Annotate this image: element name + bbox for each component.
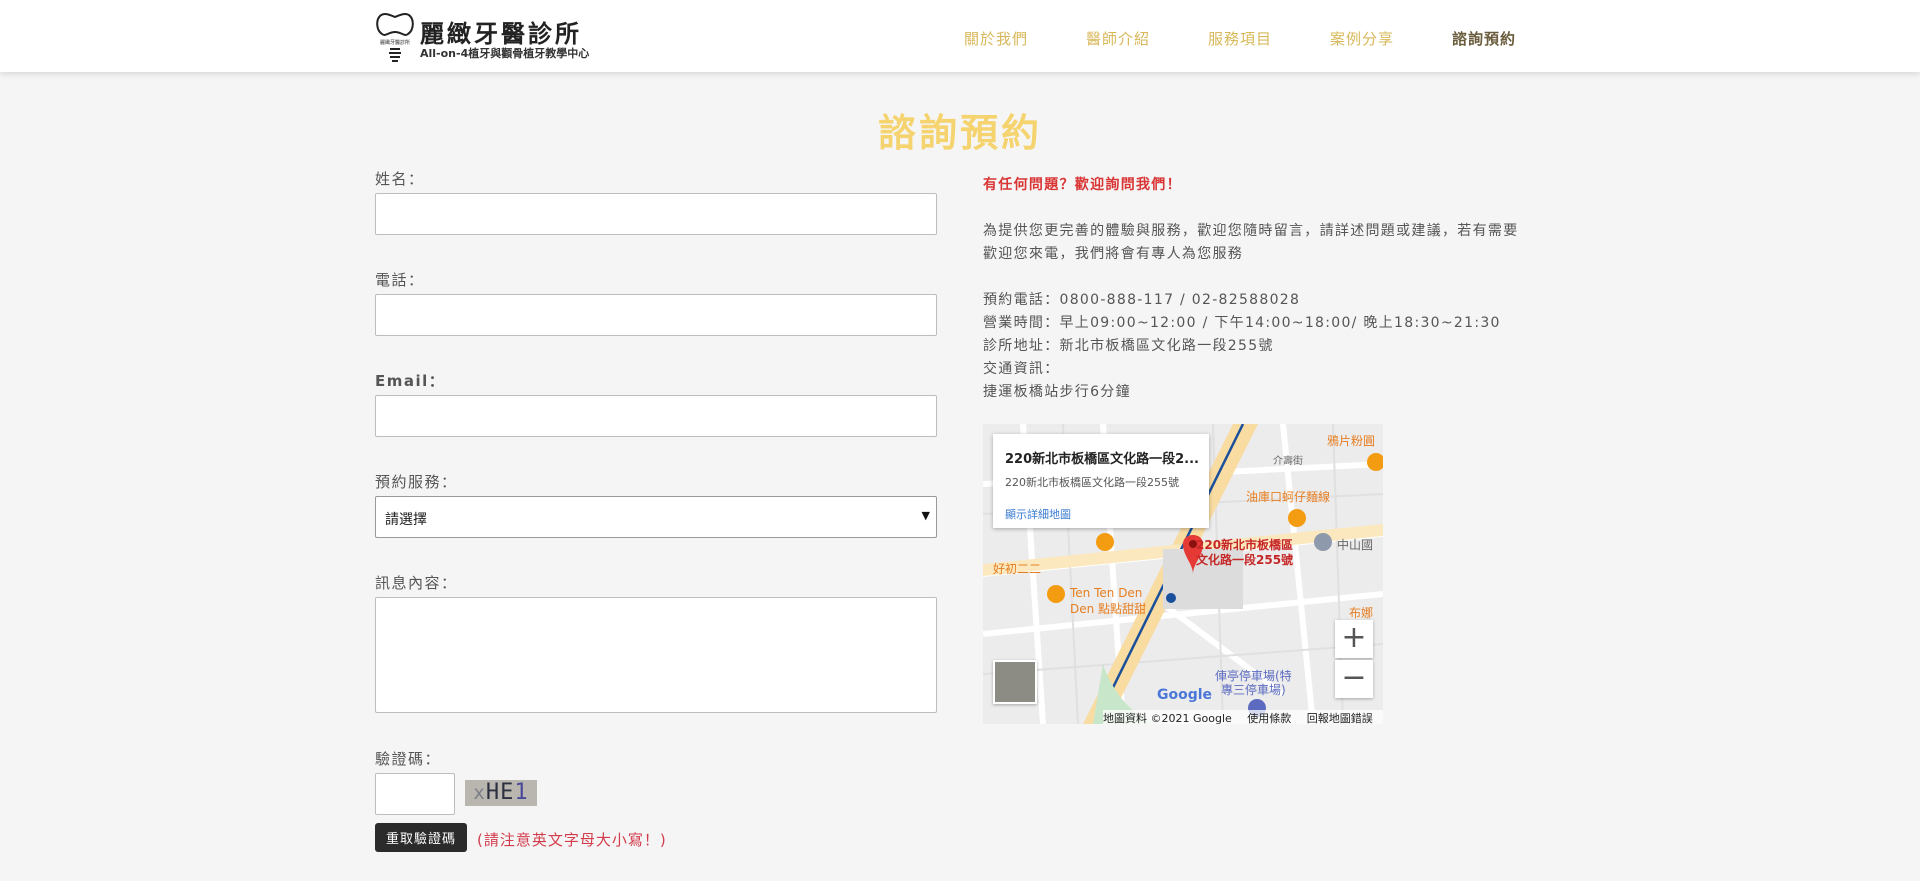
map-place-label: 布娜 bbox=[1349, 606, 1374, 620]
embedded-map[interactable]: 鴉片粉圓 介壽街 油庫口蚵仔麵線 中山國 好初二二 Ten Ten Den De… bbox=[983, 424, 1383, 724]
captcha-char: H bbox=[485, 780, 501, 805]
map-place-label: Den 點點甜甜 bbox=[1070, 602, 1147, 616]
clinic-logo[interactable]: 麗緻牙醫診所 麗緻牙醫診所 All-on-4植牙與顴骨植牙教學中心 bbox=[374, 8, 614, 64]
message-label: 訊息內容： bbox=[375, 574, 458, 592]
map-place-label: 好初二二 bbox=[993, 562, 1042, 576]
info-transport-label: 交通資訊： bbox=[983, 361, 1060, 377]
map-pin-label-line: 220新北市板橋區 bbox=[1196, 538, 1294, 552]
tooth-logo-icon: 麗緻牙醫診所 bbox=[376, 13, 414, 62]
nav-services[interactable]: 服務項目 bbox=[1208, 28, 1272, 49]
service-select-value: 請選擇 bbox=[385, 512, 427, 528]
map-card-title: 220新北市板橋區文化路一段2... bbox=[1005, 452, 1199, 467]
nav-cases[interactable]: 案例分享 bbox=[1330, 28, 1394, 49]
google-logo: Google bbox=[1157, 687, 1213, 703]
map-report-link[interactable]: 回報地圖錯誤 bbox=[1307, 712, 1373, 724]
nav-doctors[interactable]: 醫師介紹 bbox=[1086, 28, 1150, 49]
service-label: 預約服務： bbox=[375, 473, 458, 491]
info-hours: 營業時間：早上09:00~12:00 / 下午14:00~18:00/ 晚上18… bbox=[983, 315, 1501, 331]
map-place-label: 中山國 bbox=[1337, 538, 1374, 552]
nav-consultation[interactable]: 諮詢預約 bbox=[1452, 28, 1516, 49]
map-card-address: 220新北市板橋區文化路一段255號 bbox=[1005, 476, 1179, 489]
name-input[interactable] bbox=[375, 193, 937, 235]
map-place-label: 專三停車場) bbox=[1221, 683, 1286, 697]
zoom-in-button[interactable]: + bbox=[1335, 620, 1373, 658]
svg-text:麗緻牙醫診所: 麗緻牙醫診所 bbox=[380, 39, 410, 46]
captcha-char: x bbox=[473, 782, 486, 804]
map-data-credit: 地圖資料 ©2021 Google bbox=[1103, 712, 1232, 724]
map-place-label: 鴉片粉圓 bbox=[1327, 434, 1376, 448]
info-phone: 預約電話：0800-888-117 / 02-82588028 bbox=[983, 292, 1301, 308]
map-info-card: 220新北市板橋區文化路一段2... 220新北市板橋區文化路一段255號 顯示… bbox=[993, 434, 1209, 528]
map-footer: 地圖資料 ©2021 Google 使用條款 回報地圖錯誤 bbox=[1103, 710, 1383, 724]
service-select[interactable]: 請選擇 ▼ bbox=[375, 496, 937, 538]
map-terms-link[interactable]: 使用條款 bbox=[1247, 712, 1291, 724]
satellite-toggle[interactable] bbox=[993, 660, 1037, 704]
page-title: 諮詢預約 bbox=[877, 111, 1042, 155]
zoom-out-button[interactable]: − bbox=[1335, 660, 1373, 698]
site-header: 麗緻牙醫診所 麗緻牙醫診所 All-on-4植牙與顴骨植牙教學中心 關於我們 醫… bbox=[0, 0, 1920, 72]
case-sensitivity-note: (請注意英文字母大小寫！) bbox=[477, 831, 667, 849]
refresh-captcha-button[interactable]: 重取驗證碼 bbox=[375, 823, 468, 852]
name-label: 姓名： bbox=[375, 170, 425, 188]
phone-input[interactable] bbox=[375, 294, 937, 336]
captcha-image: xHE1 bbox=[465, 780, 537, 806]
info-description-2: 歡迎您來電，我們將會有專人為您服務 bbox=[983, 246, 1244, 262]
captcha-input[interactable] bbox=[375, 773, 455, 815]
captcha-label: 驗證碼： bbox=[375, 750, 442, 768]
info-transport-detail: 捷運板橋站步行6分鐘 bbox=[983, 384, 1131, 400]
email-label: Email： bbox=[375, 372, 446, 390]
map-place-label: Ten Ten Den bbox=[1070, 586, 1143, 600]
logo-subtitle: All-on-4植牙與顴骨植牙教學中心 bbox=[420, 47, 590, 60]
message-textarea[interactable] bbox=[375, 597, 937, 713]
map-place-label: 油庫口蚵仔麵線 bbox=[1246, 490, 1331, 504]
nav-about[interactable]: 關於我們 bbox=[964, 28, 1028, 49]
email-input[interactable] bbox=[375, 395, 937, 437]
info-description-1: 為提供您更完善的體驗與服務，歡迎您隨時留言，請詳述問題或建議，若有需要 bbox=[983, 223, 1519, 239]
map-street-label: 介壽街 bbox=[1273, 456, 1303, 467]
phone-label: 電話： bbox=[375, 271, 425, 289]
map-pin-label-line: 文化路一段255號 bbox=[1196, 553, 1294, 567]
captcha-char: E bbox=[500, 780, 515, 805]
info-address: 診所地址：新北市板橋區文化路一段255號 bbox=[983, 338, 1274, 354]
info-lead: 有任何問題？歡迎詢問我們！ bbox=[983, 177, 1182, 193]
view-larger-map-link[interactable]: 顯示詳細地圖 bbox=[1005, 506, 1071, 522]
captcha-char: 1 bbox=[514, 780, 529, 805]
map-pin-label: 220新北市板橋區 文化路一段255號 bbox=[1196, 538, 1293, 568]
dropdown-arrow-icon: ▼ bbox=[921, 509, 930, 522]
logo-title: 麗緻牙醫診所 bbox=[420, 20, 582, 48]
